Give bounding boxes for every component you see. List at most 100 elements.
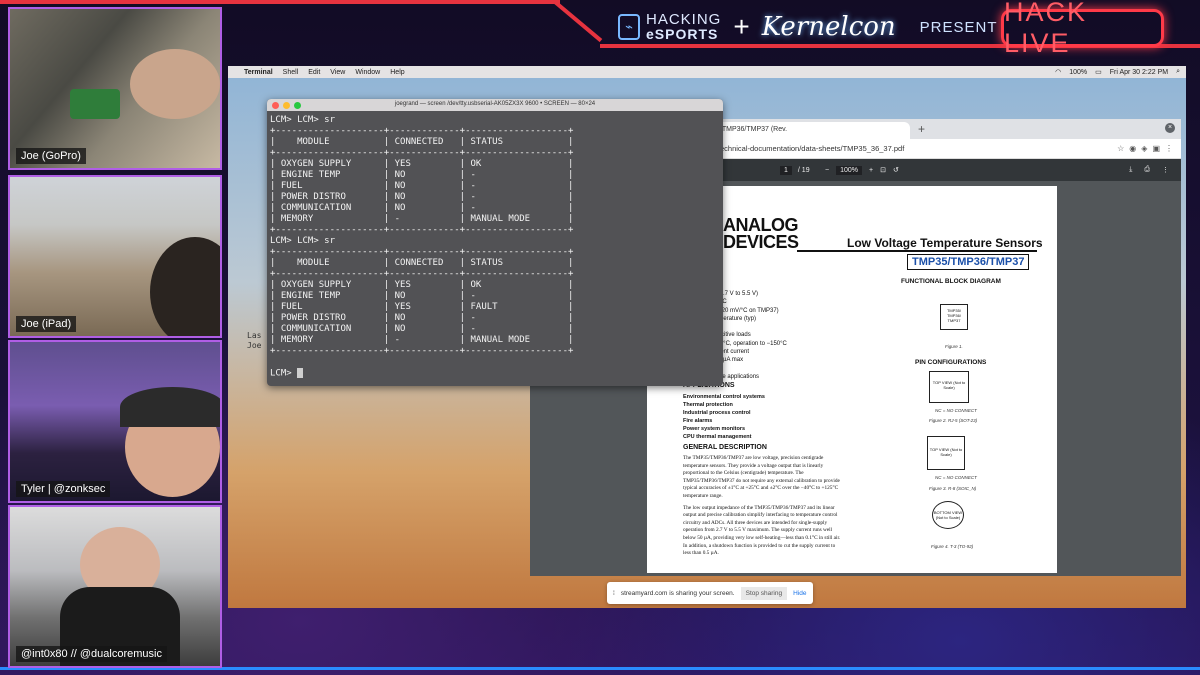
search-icon[interactable]: ⌕ [1176,68,1180,76]
menubar-clock[interactable]: Fri Apr 30 2:22 PM [1110,69,1168,76]
terminal-line: LCM> LCM> sr [270,115,336,125]
brand-line2: eSPORTS [646,26,719,42]
soic-package: TOP VIEW (Not to Scale) [927,436,965,470]
application-item: Environmental control systems [683,394,765,400]
cam-label: Joe (GoPro) [16,148,86,164]
logo-line2: DEVICES [723,232,799,252]
terminal-line: LCM> LCM> sr [270,236,336,246]
terminal-line: | MEMORY | - | MANUAL MODE | [270,214,574,224]
terminal-line: | ENGINE TEMP | NO | - | [270,291,574,301]
stream-branding: ⌁ HACKING eSPORTS + Kernelcon PRESENT [618,6,998,48]
terminal-line: | MODULE | CONNECTED | STATUS | [270,258,574,268]
terminal-line: +--------------------+-------------+----… [270,148,574,158]
terminal-line: | POWER DISTRO | NO | - | [270,313,574,323]
terminal-window[interactable]: joegrand — screen /dev/tty.usbserial-AK0… [267,99,723,386]
top-view-label: TOP VIEW (Not to Scale) [929,447,963,457]
webcam-tyler: Tyler | @zonksec [8,340,222,503]
terminal-line: | COMMUNICATION | NO | - | [270,324,574,334]
close-icon[interactable]: × [1165,123,1175,133]
description-paragraph: The TMP35/TMP36/TMP37 are low voltage, p… [683,455,840,499]
menu-item-help[interactable]: Help [390,69,404,76]
menu-item-shell[interactable]: Shell [283,69,299,76]
extension-icon[interactable]: ◈ [1141,144,1147,153]
to92-package: BOTTOM VIEW (Not to Scale) [932,501,964,529]
screen-share-bar: ⁞ streamyard.com is sharing your screen.… [607,582,813,604]
webcam-int0x80: @int0x80 // @dualcoremusic [8,505,222,668]
menu-app-name[interactable]: Terminal [244,69,273,76]
grip-icon[interactable]: ⁞ [613,590,615,597]
nc-note: NC = NO CONNECT [935,408,977,413]
menu-item-edit[interactable]: Edit [308,69,320,76]
download-icon[interactable]: ⤓ [1129,166,1132,174]
page-total: / 19 [797,166,810,174]
brand-plus: + [733,11,750,42]
terminal-output[interactable]: LCM> LCM> sr +--------------------+-----… [267,111,723,384]
terminal-line: LCM> [270,368,298,379]
cam-label: Tyler | @zonksec [16,481,111,497]
print-icon[interactable]: ⎙ [1144,166,1150,174]
application-item: CPU thermal management [683,434,752,440]
description-paragraph: The low output impedance of the TMP35/TM… [683,504,841,557]
pcb-board [70,89,120,119]
headphones [120,387,220,427]
terminal-line: | FUEL | NO | - | [270,181,574,191]
background-window-text: Las Joe [247,331,261,351]
cam-label: @int0x80 // @dualcoremusic [16,646,167,662]
analog-devices-logo: ANALOG DEVICES [723,216,799,252]
battery-icon[interactable]: ▭ [1095,68,1102,76]
person [150,237,220,336]
terminal-line: | COMMUNICATION | NO | - | [270,203,574,213]
new-tab-button[interactable]: + [918,122,925,136]
zoom-out-button[interactable]: − [825,167,829,174]
cam-label: Joe (iPad) [16,316,77,332]
top-view-label: TOP VIEW (Not to Scale) [932,380,966,390]
terminal-line: | MODULE | CONNECTED | STATUS | [270,137,574,147]
battery-percent[interactable]: 100% [1069,69,1087,76]
hide-button[interactable]: Hide [793,590,806,597]
background-window-text-content: Las Joe [247,331,262,350]
application-item: Power system monitors [683,426,746,432]
hack-live-logo: HACK LIVE [1001,0,1164,58]
webcam-joe-gopro: Joe (GoPro) [8,7,222,170]
zoom-in-button[interactable]: + [869,167,873,174]
application-item: Fire alarms [683,418,713,424]
url-field[interactable]: echnical-documentation/data-sheets/TMP35… [720,144,904,153]
page-number-input[interactable]: 1 [780,165,792,175]
extension-icon[interactable]: ◉ [1129,144,1136,153]
fit-page-icon[interactable]: ⊡ [880,166,886,174]
terminal-line: +--------------------+-------------+----… [270,346,574,356]
terminal-line: +--------------------+-------------+----… [270,126,574,136]
terminal-line: | MEMORY | - | MANUAL MODE | [270,335,574,345]
wifi-icon[interactable]: ◠ [1055,68,1061,76]
menu-item-view[interactable]: View [330,69,345,76]
stop-sharing-button[interactable]: Stop sharing [740,586,788,600]
webcam-joe-ipad: Joe (iPad) [8,175,222,338]
rotate-icon[interactable]: ↺ [893,166,899,174]
title-rule [797,250,1037,252]
fig3-caption: Figure 3. R-8 (SOIC_N) [929,486,977,491]
terminal-line: +--------------------+-------------+----… [270,225,574,235]
star-icon[interactable]: ☆ [1117,144,1124,153]
application-item: Thermal protection [683,402,733,408]
terminal-line: +--------------------+-------------+----… [270,269,574,279]
terminal-line: | POWER DISTRO | NO | - | [270,192,574,202]
part-numbers: TMP35/TMP36/TMP37 [907,254,1030,270]
fig2-caption: Figure 2. RJ-5 (SOT-23) [929,418,978,423]
terminal-title: joegrand — screen /dev/tty.usbserial-AK0… [394,101,596,107]
zoom-level[interactable]: 100% [836,165,862,175]
terminal-line: | OXYGEN SUPPLY | YES | OK | [270,280,574,290]
circuit-icon: ⌁ [618,14,640,40]
top-stripe [0,0,560,4]
shared-screen: Terminal Shell Edit View Window Help ◠ 1… [228,66,1186,608]
fig1-caption: Figure 1. [945,344,963,349]
terminal-cursor [297,368,304,378]
general-description-heading: GENERAL DESCRIPTION [683,444,767,451]
more-icon[interactable]: ⋮ [1162,166,1169,174]
terminal-line: | FUEL | YES | FAULT | [270,302,574,312]
extension-icon[interactable]: ▣ [1152,144,1160,153]
terminal-line: +--------------------+-------------+----… [270,247,574,257]
tab-datasheet[interactable]: 5/TMP36/TMP37 (Rev. [710,122,910,139]
menu-item-window[interactable]: Window [355,69,380,76]
present-text: PRESENT [919,18,998,36]
menu-icon[interactable]: ⋮ [1165,144,1173,153]
